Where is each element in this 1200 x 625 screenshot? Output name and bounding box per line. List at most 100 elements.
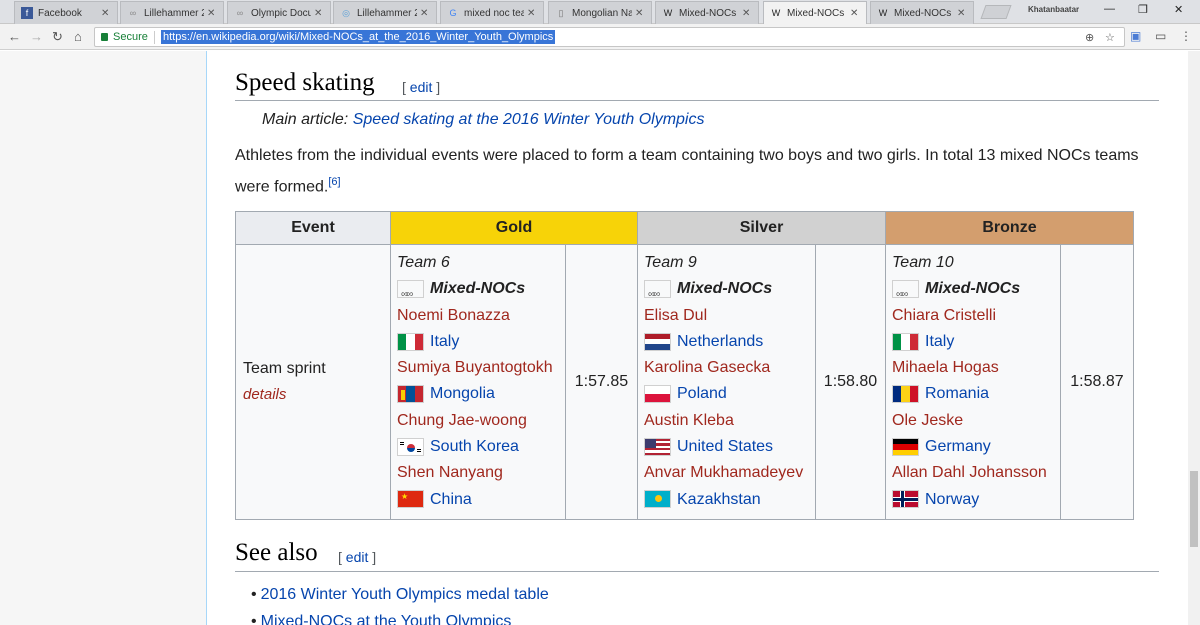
- page-scrollbar[interactable]: [1188, 51, 1200, 625]
- bookmark-star-icon[interactable]: ☆: [1105, 31, 1115, 44]
- address-bar[interactable]: Secure https://en.wikipedia.org/wiki/Mix…: [94, 27, 1125, 47]
- country-link[interactable]: China: [430, 491, 472, 508]
- tab-title: Mixed-NOCs a: [679, 7, 739, 19]
- tab-title: Olympic Docu: [251, 7, 311, 19]
- minimize-icon[interactable]: —: [1104, 3, 1115, 15]
- reload-icon[interactable]: ↻: [52, 29, 63, 45]
- romania-flag-icon: [892, 385, 919, 404]
- browser-tab[interactable]: ∞ Lillehammer 2 ✕: [120, 1, 224, 24]
- event-name: Team sprint: [243, 360, 326, 378]
- country-link[interactable]: United States: [677, 438, 773, 455]
- country-link[interactable]: Germany: [925, 438, 991, 455]
- country-link[interactable]: Netherlands: [677, 333, 763, 350]
- noc-label: Mixed-NOCs: [925, 280, 1021, 298]
- tab-close-icon[interactable]: ✕: [101, 8, 111, 19]
- scrollbar-thumb[interactable]: [1190, 471, 1198, 547]
- restore-icon[interactable]: ❐: [1138, 3, 1148, 16]
- secure-indicator[interactable]: Secure: [101, 31, 148, 43]
- athlete-link[interactable]: Sumiya Buyantogtokh: [397, 359, 553, 376]
- see-also-edit: [ edit ]: [338, 549, 377, 565]
- athlete-link[interactable]: Chiara Cristelli: [892, 307, 996, 324]
- wiki-sidebar: [0, 51, 207, 625]
- translate-icon[interactable]: ▣: [1130, 29, 1141, 43]
- citation-link[interactable]: [6]: [328, 176, 340, 188]
- list-item: Mixed-NOCs at the Youth Olympics: [251, 608, 549, 625]
- see-also-rule: [235, 571, 1159, 572]
- menu-icon[interactable]: ⋮: [1180, 29, 1192, 43]
- article-content: Speed skating [ edit ] Main article: Spe…: [208, 51, 1188, 625]
- page-icon: ▯: [558, 7, 564, 18]
- athlete-link[interactable]: Shen Nanyang: [397, 464, 503, 481]
- section-edit: [ edit ]: [402, 79, 441, 95]
- italy-flag-icon: [892, 332, 919, 351]
- olympic-flag-icon: ∞∞: [892, 280, 919, 299]
- browser-tab[interactable]: f Facebook ✕: [14, 1, 118, 24]
- back-icon[interactable]: ←: [8, 29, 21, 44]
- country-link[interactable]: Poland: [677, 385, 727, 402]
- tab-close-icon[interactable]: ✕: [527, 8, 537, 19]
- browser-tab[interactable]: W Mixed-NOCs p ✕: [870, 1, 974, 24]
- facebook-icon: f: [21, 7, 33, 19]
- url-text[interactable]: https://en.wikipedia.org/wiki/Mixed-NOCs…: [161, 30, 556, 44]
- kazakhstan-flag-icon: [644, 490, 671, 509]
- details-link[interactable]: details: [243, 386, 390, 403]
- main-article-hatnote: Main article: Speed skating at the 2016 …: [262, 111, 704, 129]
- united-states-flag-icon: [644, 437, 671, 456]
- section-paragraph: Athletes from the individual events were…: [235, 143, 1155, 200]
- athlete-link[interactable]: Austin Kleba: [644, 412, 734, 429]
- browser-tab[interactable]: ▯ Mongolian Na ✕: [548, 1, 652, 24]
- wikipedia-icon: W: [663, 8, 673, 18]
- tab-close-icon[interactable]: ✕: [742, 8, 752, 19]
- athlete-link[interactable]: Chung Jae-woong: [397, 412, 527, 429]
- profile-name[interactable]: Khatanbaatar: [1028, 5, 1079, 14]
- browser-tab[interactable]: W Mixed-NOCs a ✕: [655, 1, 759, 24]
- country-link[interactable]: Mongolia: [430, 385, 495, 402]
- tab-close-icon[interactable]: ✕: [635, 8, 645, 19]
- browser-tab[interactable]: Gmixed noc tea ✕: [440, 1, 544, 24]
- see-also-link[interactable]: 2016 Winter Youth Olympics medal table: [261, 586, 549, 603]
- header-gold: Gold: [390, 211, 638, 245]
- tab-close-icon[interactable]: ✕: [420, 8, 430, 19]
- result-time: 1:58.80: [815, 244, 886, 520]
- tab-title: Mixed-NOCs a: [787, 7, 847, 19]
- tab-title: mixed noc tea: [464, 7, 524, 19]
- athlete-link[interactable]: Mihaela Hogas: [892, 359, 999, 376]
- zoom-icon[interactable]: ⊕: [1085, 31, 1094, 44]
- tab-title: Lillehammer 2: [144, 7, 204, 19]
- athlete-link[interactable]: Allan Dahl Johansson: [892, 464, 1047, 481]
- athlete-link[interactable]: Karolina Gasecka: [644, 359, 770, 376]
- main-article-link[interactable]: Speed skating at the 2016 Winter Youth O…: [353, 111, 705, 128]
- country-link[interactable]: Kazakhstan: [677, 491, 761, 508]
- country-link[interactable]: South Korea: [430, 438, 519, 455]
- country-link[interactable]: Norway: [925, 491, 979, 508]
- google-icon: G: [449, 8, 457, 18]
- browser-tab[interactable]: ∞ Olympic Docu ✕: [227, 1, 331, 24]
- see-also-edit-link[interactable]: edit: [346, 549, 369, 565]
- see-also-link[interactable]: Mixed-NOCs at the Youth Olympics: [261, 613, 512, 625]
- tab-close-icon[interactable]: ✕: [314, 8, 324, 19]
- browser-tab[interactable]: ◎ Lillehammer 2 ✕: [333, 1, 437, 24]
- athlete-link[interactable]: Elisa Dul: [644, 307, 707, 324]
- tab-close-icon[interactable]: ✕: [850, 8, 860, 19]
- hatnote-prefix: Main article:: [262, 111, 353, 128]
- cast-icon[interactable]: ▭: [1155, 29, 1166, 43]
- home-icon[interactable]: ⌂: [74, 29, 82, 44]
- country-link[interactable]: Romania: [925, 385, 989, 402]
- athlete-link[interactable]: Noemi Bonazza: [397, 307, 510, 324]
- tab-close-icon[interactable]: ✕: [207, 8, 217, 19]
- new-tab-button[interactable]: [980, 5, 1012, 19]
- athlete-link[interactable]: Anvar Mukhamadeyev: [644, 464, 803, 481]
- tab-close-icon[interactable]: ✕: [957, 8, 967, 19]
- team-cell: Team 10 ∞∞ Mixed-NOCs Chiara Cristelli Italy…: [885, 244, 1061, 520]
- edit-link[interactable]: edit: [410, 79, 433, 95]
- country-link[interactable]: Italy: [925, 333, 954, 350]
- heading-rule: [235, 100, 1159, 101]
- poland-flag-icon: [644, 385, 671, 404]
- athlete-link[interactable]: Ole Jeske: [892, 412, 963, 429]
- country-link[interactable]: Italy: [430, 333, 459, 350]
- forward-icon[interactable]: →: [30, 29, 43, 44]
- team-name: Team 6: [397, 254, 450, 271]
- browser-tab[interactable]: W Mixed-NOCs a ✕: [763, 1, 867, 24]
- close-window-icon[interactable]: ✕: [1174, 3, 1183, 16]
- olympic-rings-icon: ∞: [129, 8, 137, 18]
